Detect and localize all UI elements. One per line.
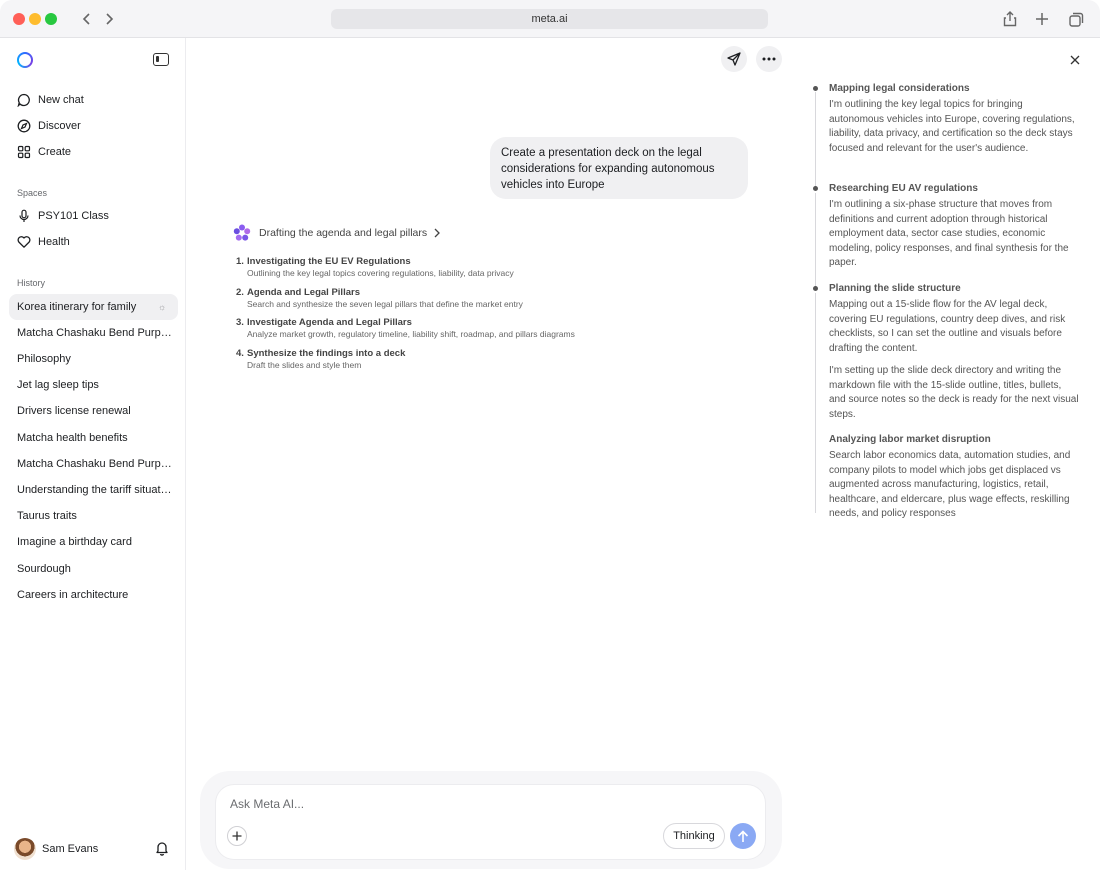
step-title: Agenda and Legal Pillars xyxy=(247,286,360,298)
history-item[interactable]: Imagine a birthday card xyxy=(17,532,172,552)
history-item[interactable]: Understanding the tariff situation xyxy=(17,480,172,500)
meta-ai-logo[interactable] xyxy=(17,52,33,68)
timeline-connector xyxy=(815,193,816,289)
user-profile[interactable]: Sam Evans xyxy=(14,838,174,860)
timeline-title: Planning the slide structure xyxy=(829,283,961,294)
avatar xyxy=(14,838,36,860)
step-number: 2. xyxy=(236,286,244,298)
timeline-dot xyxy=(813,86,818,91)
step-title: Investigating the EU EV Regulations xyxy=(247,256,411,267)
history-heading: History xyxy=(17,278,46,288)
step-description: Draft the slides and style them xyxy=(247,359,362,370)
bell-icon[interactable] xyxy=(154,840,170,856)
timeline-body: I'm outlining the key legal topics for b… xyxy=(829,99,1075,154)
new-tab-icon[interactable] xyxy=(1032,9,1052,29)
history-item[interactable]: Careers in architecture xyxy=(17,585,172,605)
history-item[interactable]: Korea itinerary for family xyxy=(17,297,152,317)
heart-icon xyxy=(17,235,31,249)
space-label: PSY101 Class xyxy=(38,210,109,222)
ask-input[interactable] xyxy=(230,795,630,813)
grid-icon xyxy=(17,145,31,159)
nav-label: New chat xyxy=(38,94,84,106)
step-description: Analyze market growth, regulatory timeli… xyxy=(247,329,575,339)
user-message-bubble: Create a presentation deck on the legal … xyxy=(490,137,748,199)
timeline-connector xyxy=(815,92,816,190)
forward-icon[interactable] xyxy=(99,9,119,29)
nav-create[interactable]: Create xyxy=(17,142,71,162)
tab-overview-icon[interactable] xyxy=(1066,9,1086,29)
nav-label: Create xyxy=(38,146,72,158)
chevron-right-icon xyxy=(434,228,441,238)
timeline-body: I'm setting up the slide deck directory … xyxy=(829,365,1079,420)
history-item[interactable]: Matcha health benefits xyxy=(17,428,172,448)
main-panel: Create a presentation deck on the legal … xyxy=(186,38,1100,870)
window-close-button[interactable] xyxy=(13,13,25,25)
nav-discover[interactable]: Discover xyxy=(17,116,81,136)
agent-status-text: Drafting the agenda and legal pillars xyxy=(259,227,428,239)
history-item[interactable]: Drivers license renewal xyxy=(17,401,172,421)
window-maximize-button[interactable] xyxy=(45,13,57,25)
timeline-title: Researching EU AV regulations xyxy=(829,183,978,194)
step-title: Synthesize the findings into a deck xyxy=(247,347,406,359)
close-panel-icon[interactable] xyxy=(1068,53,1082,67)
step-title: Investigate Agenda and Legal Pillars xyxy=(247,317,412,328)
sidebar: New chat Discover Create Spaces PSY101 C… xyxy=(0,38,186,870)
browser-titlebar: meta.ai xyxy=(0,0,1100,38)
plan-step: 1. Investigating the EU EV Regulations O… xyxy=(236,256,656,287)
microphone-icon xyxy=(17,209,31,223)
step-description: Search and synthesize the seven legal pi… xyxy=(247,298,523,309)
history-item[interactable]: Sourdough xyxy=(17,559,172,579)
loading-spinner-icon: ☼ xyxy=(158,302,167,312)
plan-step: 3. Investigate Agenda and Legal Pillars … xyxy=(236,317,656,348)
add-attachment-button[interactable] xyxy=(227,826,247,846)
sidebar-toggle-icon[interactable] xyxy=(153,53,169,66)
thinking-label: Thinking xyxy=(673,830,715,842)
nav-label: Discover xyxy=(38,120,81,132)
chat-bubble-icon xyxy=(17,93,31,107)
step-number: 1. xyxy=(236,256,244,267)
agent-flower-icon xyxy=(233,224,251,241)
timeline-dot xyxy=(813,186,818,191)
url-bar[interactable]: meta.ai xyxy=(331,9,768,29)
timeline-dot xyxy=(813,286,818,291)
timeline-body: Mapping out a 15-slide flow for the AV l… xyxy=(829,299,1066,354)
browser-window: meta.ai New chat Discover Create Spaces … xyxy=(0,0,1100,870)
step-description: Outlining the key legal topics covering … xyxy=(247,268,514,278)
step-number: 4. xyxy=(236,347,244,359)
agent-status-row[interactable]: Drafting the agenda and legal pillars xyxy=(232,223,441,243)
history-item[interactable]: Jet lag sleep tips xyxy=(17,375,172,395)
share-send-icon[interactable] xyxy=(721,46,747,72)
compass-icon xyxy=(17,119,31,133)
composer: Thinking xyxy=(216,785,765,859)
plan-step: 2. Agenda and Legal Pillars Search and s… xyxy=(236,287,656,318)
timeline-body: I'm outlining a six-phase structure that… xyxy=(829,199,1069,269)
share-icon[interactable] xyxy=(1000,9,1020,29)
timeline-connector xyxy=(815,293,816,513)
back-icon[interactable] xyxy=(77,9,97,29)
send-button[interactable] xyxy=(730,823,756,849)
space-item-health[interactable]: Health xyxy=(17,232,70,252)
more-options-icon[interactable] xyxy=(756,46,782,72)
plan-step: 4. Synthesize the findings into a deck D… xyxy=(236,348,656,379)
url-text: meta.ai xyxy=(531,13,568,25)
arrow-up-icon xyxy=(737,829,749,842)
space-label: Health xyxy=(38,236,70,248)
nav-new-chat[interactable]: New chat xyxy=(17,90,84,110)
step-number: 3. xyxy=(236,317,244,328)
spaces-heading: Spaces xyxy=(17,188,48,198)
timeline-body: Search labor economics data, automation … xyxy=(829,450,1071,520)
plus-icon xyxy=(232,831,242,841)
window-minimize-button[interactable] xyxy=(29,13,41,25)
thinking-mode-button[interactable]: Thinking xyxy=(663,823,725,849)
history-item[interactable]: Taurus traits xyxy=(17,506,172,526)
timeline-title: Mapping legal considerations xyxy=(829,83,970,94)
plan-steps-list: 1. Investigating the EU EV Regulations O… xyxy=(236,256,656,378)
history-item[interactable]: Matcha Chashaku Bend Purpose xyxy=(17,323,172,343)
timeline-title: Analyzing labor market disruption xyxy=(829,434,991,445)
user-name: Sam Evans xyxy=(42,843,99,855)
history-item[interactable]: Matcha Chashaku Bend Purpose xyxy=(17,454,172,474)
space-item-psy101[interactable]: PSY101 Class xyxy=(17,206,109,226)
history-item[interactable]: Philosophy xyxy=(17,349,172,369)
